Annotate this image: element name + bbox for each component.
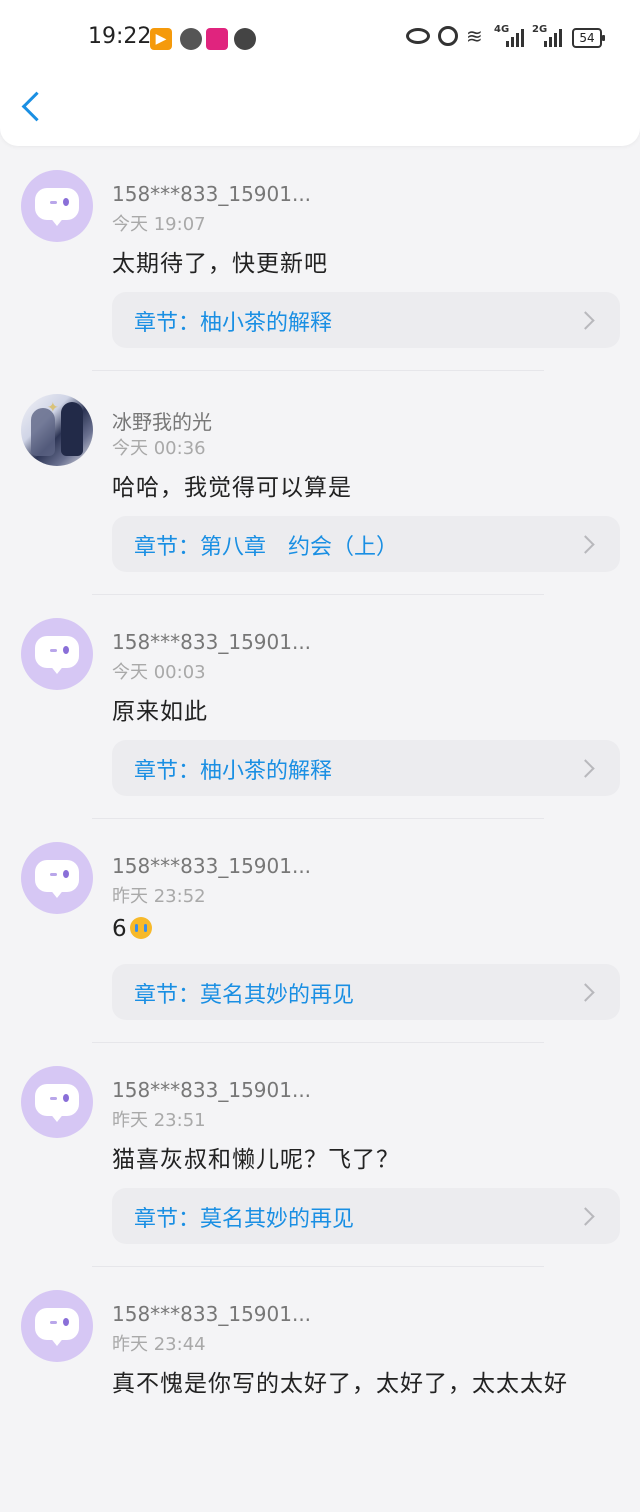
alarm-icon (438, 26, 458, 46)
eye-icon (406, 28, 430, 44)
status-time: 19:22 (88, 24, 152, 49)
comment-text: 哈哈，我觉得可以算是 (112, 475, 352, 501)
divider (92, 594, 544, 595)
comment-item: 158***833_15901... 昨天 23:51 猫喜灰叔和懒儿呢？飞了？… (0, 1064, 640, 1288)
divider (92, 370, 544, 371)
chapter-link[interactable]: 章节：第八章 约会（上） (112, 516, 620, 572)
chapter-link[interactable]: 章节：莫名其妙的再见 (112, 964, 620, 1020)
back-chevron-left-icon[interactable] (21, 91, 52, 122)
avatar[interactable] (21, 618, 93, 690)
comment-username[interactable]: 冰野我的光 (112, 406, 212, 435)
comment-time: 昨天 23:51 (112, 1110, 206, 1131)
comment-time: 今天 19:07 (112, 214, 206, 235)
comment-item: 158***833_15901... 今天 19:07 太期待了，快更新吧 章节… (0, 168, 640, 392)
comment-text: 真不愧是你写的太好了，太好了，太太太好 (112, 1371, 568, 1397)
comment-text: 6 (112, 916, 128, 942)
avatar[interactable]: ✦ (21, 394, 93, 466)
chat-bubble-icon (35, 188, 79, 226)
chat-app-icon (234, 28, 256, 50)
top-bar: 19:22 ▶ ≋ 4G 2G 54 (0, 0, 640, 146)
comment-username[interactable]: 158***833_15901... (112, 630, 311, 654)
chevron-right-icon (576, 311, 595, 330)
chapter-label: 章节：莫名其妙的再见 (134, 983, 355, 1008)
comment-item: 158***833_15901... 昨天 23:44 真不愧是你写的太好了，太… (0, 1288, 640, 1512)
chapter-link[interactable]: 章节：莫名其妙的再见 (112, 1188, 620, 1244)
avatar[interactable] (21, 1290, 93, 1362)
status-bar: 19:22 ▶ ≋ 4G 2G 54 (0, 22, 640, 58)
comment-username[interactable]: 158***833_15901... (112, 182, 311, 206)
avatar[interactable] (21, 1066, 93, 1138)
comment-time: 今天 00:36 (112, 438, 206, 459)
chapter-label: 章节：莫名其妙的再见 (134, 1207, 355, 1232)
chat-bubble-icon (35, 860, 79, 898)
comment-time: 今天 00:03 (112, 662, 206, 683)
crying-face-emoji-icon (129, 917, 152, 939)
comment-text: 原来如此 (112, 699, 208, 725)
divider (92, 818, 544, 819)
chevron-right-icon (576, 759, 595, 778)
avatar[interactable] (21, 170, 93, 242)
divider (92, 1266, 544, 1267)
comment-username[interactable]: 158***833_15901... (112, 854, 311, 878)
chapter-link[interactable]: 章节：柚小茶的解释 (112, 740, 620, 796)
comment-item: 158***833_15901... 昨天 23:52 6 章节：莫名其妙的再见 (0, 840, 640, 1064)
wifi-icon: ≋ (466, 24, 483, 48)
comment-list: 158***833_15901... 今天 19:07 太期待了，快更新吧 章节… (0, 168, 640, 1512)
chapter-label: 章节：柚小茶的解释 (134, 759, 333, 784)
chat-bubble-icon (35, 1308, 79, 1346)
chevron-right-icon (576, 983, 595, 1002)
chapter-label: 章节：柚小茶的解释 (134, 311, 333, 336)
chapter-link[interactable]: 章节：柚小茶的解释 (112, 292, 620, 348)
comment-text: 猫喜灰叔和懒儿呢？飞了？ (112, 1147, 400, 1173)
divider (92, 1042, 544, 1043)
comment-username[interactable]: 158***833_15901... (112, 1302, 311, 1326)
battery-icon: 54 (572, 28, 605, 48)
comment-text-row: 6 (112, 916, 152, 942)
avatar[interactable] (21, 842, 93, 914)
comment-time: 昨天 23:52 (112, 886, 206, 907)
chevron-right-icon (576, 1207, 595, 1226)
chevron-right-icon (576, 535, 595, 554)
signal-icon (506, 28, 526, 47)
chat-bubble-icon (35, 1084, 79, 1122)
comment-time: 昨天 23:44 (112, 1334, 206, 1355)
comment-item: 158***833_15901... 今天 00:03 原来如此 章节：柚小茶的… (0, 616, 640, 840)
pink-app-icon (206, 28, 228, 50)
signal-icon (544, 28, 564, 47)
ball-app-icon (180, 28, 202, 50)
play-app-icon: ▶ (150, 28, 172, 50)
chapter-label: 章节：第八章 约会（上） (134, 535, 399, 560)
comment-text: 太期待了，快更新吧 (112, 251, 328, 277)
comment-item: ✦ 冰野我的光 今天 00:36 哈哈，我觉得可以算是 章节：第八章 约会（上） (0, 392, 640, 616)
chat-bubble-icon (35, 636, 79, 674)
comment-username[interactable]: 158***833_15901... (112, 1078, 311, 1102)
